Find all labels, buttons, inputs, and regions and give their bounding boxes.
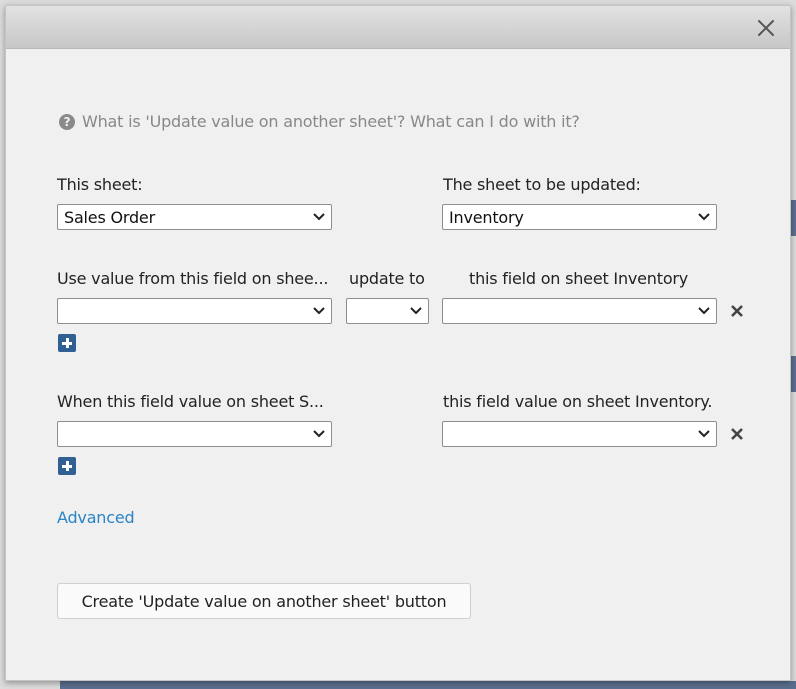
chevron-down-icon bbox=[698, 213, 710, 221]
background-strip bbox=[791, 356, 796, 392]
operator-label: update to bbox=[349, 269, 425, 288]
remove-mapping-icon[interactable] bbox=[730, 304, 744, 318]
add-condition-button[interactable] bbox=[58, 457, 76, 475]
this-sheet-select[interactable]: Sales Order bbox=[57, 204, 332, 230]
add-mapping-button[interactable] bbox=[58, 334, 76, 352]
background-strip bbox=[60, 681, 796, 689]
operator-select[interactable] bbox=[346, 298, 429, 324]
help-text: What is 'Update value on another sheet'?… bbox=[82, 112, 580, 131]
this-sheet-value: Sales Order bbox=[64, 207, 155, 227]
target-field-label: this field on sheet Inventory bbox=[469, 269, 689, 288]
background-strip bbox=[791, 200, 796, 236]
chevron-down-icon bbox=[313, 307, 325, 315]
chevron-down-icon bbox=[313, 213, 325, 221]
target-field-select[interactable] bbox=[442, 298, 717, 324]
condition-target-select[interactable] bbox=[442, 421, 717, 447]
target-sheet-select[interactable]: Inventory bbox=[442, 204, 717, 230]
condition-source-label: When this field value on sheet S... bbox=[57, 392, 324, 411]
create-button[interactable]: Create 'Update value on another sheet' b… bbox=[57, 583, 471, 619]
target-sheet-value: Inventory bbox=[449, 207, 524, 227]
close-icon bbox=[758, 20, 774, 36]
chevron-down-icon bbox=[313, 430, 325, 438]
source-field-select[interactable] bbox=[57, 298, 332, 324]
condition-target-label: this field value on sheet Inventory. bbox=[443, 392, 713, 411]
dialog-titlebar bbox=[6, 6, 790, 49]
remove-condition-icon[interactable] bbox=[730, 427, 744, 441]
condition-source-select[interactable] bbox=[57, 421, 332, 447]
source-field-label: Use value from this field on shee... bbox=[57, 269, 329, 288]
chevron-down-icon bbox=[698, 307, 710, 315]
question-circle-icon: ? bbox=[59, 113, 75, 130]
chevron-down-icon bbox=[698, 430, 710, 438]
close-button[interactable] bbox=[754, 16, 778, 40]
update-value-dialog bbox=[5, 5, 791, 681]
help-link[interactable]: ? What is 'Update value on another sheet… bbox=[59, 112, 580, 131]
advanced-link[interactable]: Advanced bbox=[57, 508, 135, 527]
target-sheet-label: The sheet to be updated: bbox=[443, 175, 641, 194]
this-sheet-label: This sheet: bbox=[57, 175, 143, 194]
chevron-down-icon bbox=[410, 307, 422, 315]
